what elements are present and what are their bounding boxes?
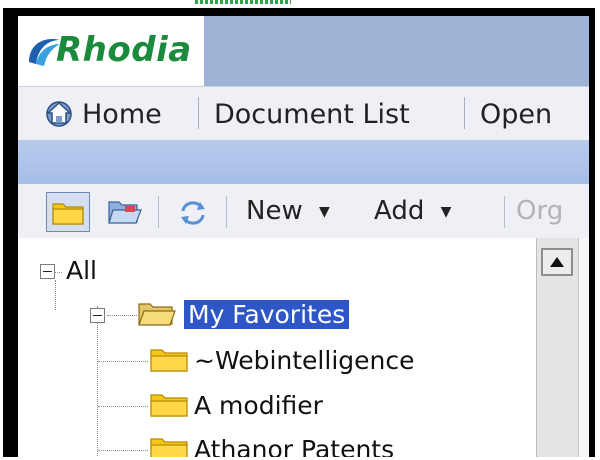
header-bar: Rhodia: [18, 16, 589, 86]
folder-icon: [52, 203, 84, 225]
nav-home[interactable]: Home: [82, 99, 162, 130]
open-folder-icon: [138, 303, 176, 326]
tree-node-child[interactable]: ~Webintelligence: [18, 342, 536, 382]
tree-node-all[interactable]: All: [18, 252, 318, 292]
window-frame: Rhodia Home Document List Open New ▼ Add…: [3, 8, 595, 457]
refresh-icon: [181, 201, 205, 225]
collapse-toggle-icon[interactable]: [40, 264, 55, 279]
folder-icon: [150, 349, 188, 372]
chevron-down-icon: ▼: [318, 203, 330, 220]
scroll-up-button[interactable]: [541, 248, 573, 276]
toolbar-separator: [504, 196, 505, 228]
open-folder-icon: [108, 201, 142, 224]
chevron-down-icon: ▼: [440, 203, 452, 220]
tree-node-my-favorites[interactable]: My Favorites: [18, 296, 418, 336]
tree-node-child[interactable]: A modifier: [18, 387, 536, 427]
new-menu-label: New: [246, 196, 303, 226]
logo: Rhodia: [18, 16, 204, 86]
nav-separator: [464, 97, 465, 129]
title-band: [18, 140, 589, 184]
toolbar: New ▼ Add ▼ Org: [18, 184, 589, 239]
tree-node-label: Athanor Patents: [194, 435, 395, 457]
tree-node-label: All: [66, 256, 97, 285]
nav-bar: Home Document List Open: [18, 86, 589, 142]
content-pane-edge: [578, 238, 589, 457]
tree-node-child[interactable]: Athanor Patents: [18, 431, 536, 457]
folder-tree: All My Favorites ~Webintelligence A modi…: [18, 238, 536, 457]
add-menu-button[interactable]: Add ▼: [374, 196, 451, 226]
nav-open[interactable]: Open: [480, 99, 552, 130]
tree-node-label: A modifier: [194, 391, 323, 420]
folder-view-button[interactable]: [46, 192, 90, 232]
add-menu-label: Add: [374, 196, 425, 226]
new-menu-button[interactable]: New ▼: [246, 196, 330, 226]
tree-node-label: ~Webintelligence: [194, 346, 415, 375]
home-globe-icon[interactable]: [42, 99, 76, 129]
top-edge-artifact: [195, 0, 291, 4]
folder-icon: [150, 438, 188, 457]
nav-separator: [198, 97, 199, 129]
app-window: Rhodia Home Document List Open New ▼ Add…: [18, 16, 589, 457]
collapse-toggle-icon[interactable]: [90, 308, 105, 323]
organize-menu-button[interactable]: Org: [516, 196, 563, 226]
toolbar-separator: [158, 196, 159, 228]
open-folder-button[interactable]: [102, 192, 146, 232]
logo-text: Rhodia: [56, 30, 192, 70]
tree-node-label: My Favorites: [184, 300, 350, 329]
folder-icon: [150, 394, 188, 417]
arrow-up-icon: [550, 257, 564, 267]
refresh-button[interactable]: [170, 192, 214, 232]
toolbar-separator: [226, 196, 227, 228]
nav-document-list[interactable]: Document List: [214, 99, 410, 130]
tree-scrollbar[interactable]: [536, 238, 579, 457]
